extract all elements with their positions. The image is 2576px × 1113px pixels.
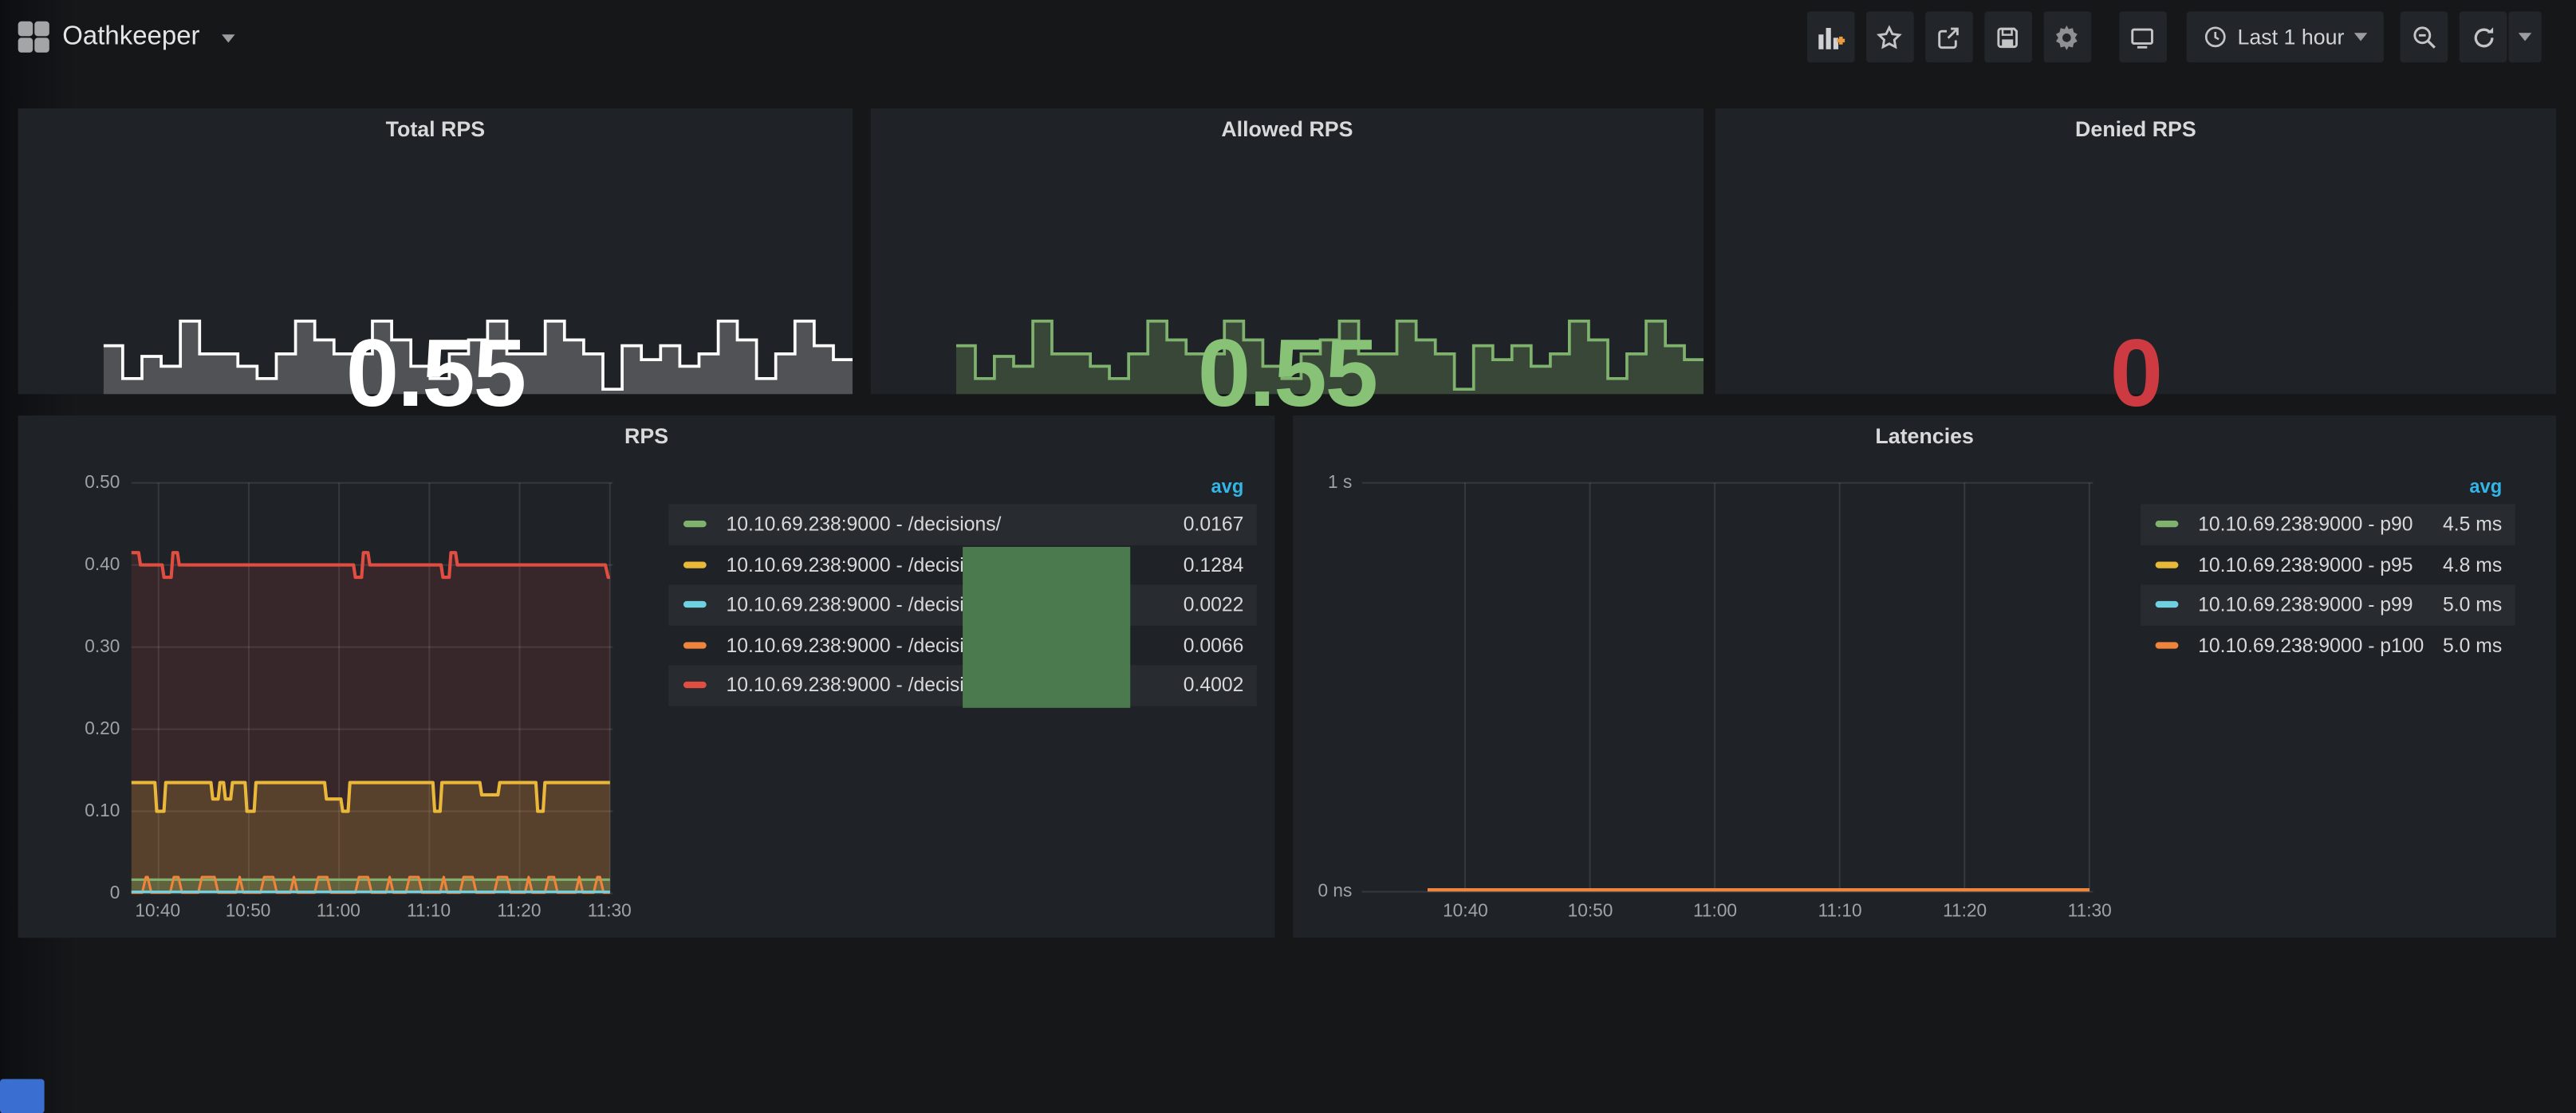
panel-title[interactable]: Total RPS [18,116,853,141]
grafana-dashboard: Oathkeeper [0,0,2576,1113]
refresh-icon [2470,24,2496,50]
x-tick-label: 11:00 [302,902,375,922]
y-tick-label: 1 s [1293,473,1352,493]
grid-square [18,37,33,53]
legend-series-name[interactable]: 10.10.69.238:9000 - /decisions/ [726,513,1183,536]
share-button[interactable] [1925,11,1973,62]
legend-swatch[interactable] [683,521,707,528]
stat-panel-denied-rps: Denied RPS 0 [1715,108,2557,394]
x-tick-label: 11:30 [2054,902,2126,922]
legend-series-name[interactable]: 10.10.69.238:9000 - p100 [2198,634,2443,657]
x-tick-label: 10:40 [1429,902,1502,922]
toolbar: Last 1 hour [1807,11,2542,62]
latencies-legend: avg 10.10.69.238:9000 - p904.5 ms10.10.6… [2141,478,2515,665]
legend-swatch[interactable] [683,601,707,608]
gear-icon [2053,22,2082,52]
x-tick-label: 11:00 [1679,902,1751,922]
panel-title[interactable]: Allowed RPS [871,116,1704,141]
stat-value: 0.55 [18,324,853,426]
x-tick-label: 11:10 [1804,902,1877,922]
grid-square [18,22,33,37]
x-tick-label: 11:20 [483,902,556,922]
y-tick-label: 0.50 [22,473,120,493]
legend-swatch[interactable] [2156,521,2179,528]
grid-square [34,37,49,53]
stat-panel-total-rps: Total RPS 0.55 [18,108,853,394]
dashboard-title-caret-icon[interactable] [222,34,234,42]
legend-avg-value: 0.0022 [1184,593,1257,616]
time-picker-button[interactable]: Last 1 hour [2187,11,2384,62]
refresh-interval-caret-icon [2519,33,2531,41]
y-tick-label: 0.30 [22,637,120,657]
legend-avg-value: 4.5 ms [2443,513,2515,536]
refresh-interval-button[interactable] [2508,11,2541,62]
stat-value: 0.55 [871,324,1704,426]
x-tick-label: 11:10 [392,902,465,922]
legend-avg-value: 0.4002 [1184,674,1257,697]
y-tick-label: 0.40 [22,555,120,575]
time-range-label: Last 1 hour [2237,25,2344,49]
legend-swatch[interactable] [683,561,707,568]
legend-row[interactable]: 10.10.69.238:9000 - p995.0 ms [2141,584,2515,624]
time-picker-caret-icon [2354,33,2367,41]
legend-avg-column-header[interactable]: avg [2141,478,2515,504]
legend-row[interactable]: 10.10.69.238:9000 - p1005.0 ms [2141,625,2515,665]
refresh-button[interactable] [2460,11,2507,62]
zoom-out-button[interactable] [2401,11,2448,62]
clock-icon [2203,25,2227,49]
legend-avg-value: 5.0 ms [2443,634,2515,657]
legend-avg-value: 0.1284 [1184,553,1257,576]
stat-value: 0 [1715,324,2557,426]
bottom-left-blue-square [0,1079,45,1113]
legend-avg-value: 4.8 ms [2443,553,2515,576]
star-button[interactable] [1866,11,1914,62]
stat-panel-allowed-rps: Allowed RPS 0.55 [871,108,1704,394]
dashboard-picker-grid-icon[interactable] [18,22,49,53]
legend-swatch[interactable] [683,642,707,648]
app-header: Oathkeeper [0,0,2576,74]
legend-swatch[interactable] [2156,561,2179,568]
legend-swatch[interactable] [2156,642,2179,648]
legend-avg-value: 0.0167 [1184,513,1257,536]
latencies-chart-panel: Latencies avg 10.10.69.238:9000 - p904.5… [1293,415,2556,938]
y-tick-label: 0 ns [1293,882,1352,902]
cycle-view-button[interactable] [2119,11,2167,62]
y-tick-label: 0.20 [22,719,120,739]
grid-square [34,22,49,37]
legend-swatch[interactable] [683,682,707,688]
panel-title[interactable]: RPS [18,423,1275,448]
share-icon [1936,24,1962,50]
legend-row[interactable]: 10.10.69.238:9000 - p954.8 ms [2141,545,2515,584]
x-tick-label: 10:50 [212,902,285,922]
legend-row[interactable]: 10.10.69.238:9000 - p904.5 ms [2141,504,2515,544]
rps-chart-panel: RPS avg 10.10.69.238:9000 - /decisions/0… [18,415,1275,938]
dashboard-title[interactable]: Oathkeeper [62,0,199,74]
legend-series-name[interactable]: 10.10.69.238:9000 - p90 [2198,513,2443,536]
legend-row[interactable]: 10.10.69.238:9000 - /decisions/0.0167 [668,504,1256,544]
legend-avg-value: 0.0066 [1184,634,1257,657]
x-tick-label: 10:50 [1554,902,1627,922]
save-icon [1995,24,2022,50]
star-icon [1877,24,1903,50]
tv-icon [2130,24,2157,50]
add-panel-icon [1817,24,1845,50]
x-tick-label: 11:20 [1928,902,2001,922]
panel-title[interactable]: Latencies [1293,423,2556,448]
save-button[interactable] [1984,11,2032,62]
legend-avg-column-header[interactable]: avg [668,478,1256,504]
legend-series-name[interactable]: 10.10.69.238:9000 - p99 [2198,593,2443,616]
zoom-out-icon [2411,24,2437,50]
x-tick-label: 10:40 [121,902,194,922]
panel-title[interactable]: Denied RPS [1715,116,2557,141]
y-tick-label: 0 [22,883,120,903]
x-tick-label: 11:30 [573,902,646,922]
legend-swatch[interactable] [2156,601,2179,608]
add-panel-button[interactable] [1807,11,1855,62]
green-overlay-box [963,547,1130,708]
settings-button[interactable] [2043,11,2091,62]
legend-avg-value: 5.0 ms [2443,593,2515,616]
y-tick-label: 0.10 [22,801,120,821]
legend-series-name[interactable]: 10.10.69.238:9000 - p95 [2198,553,2443,576]
